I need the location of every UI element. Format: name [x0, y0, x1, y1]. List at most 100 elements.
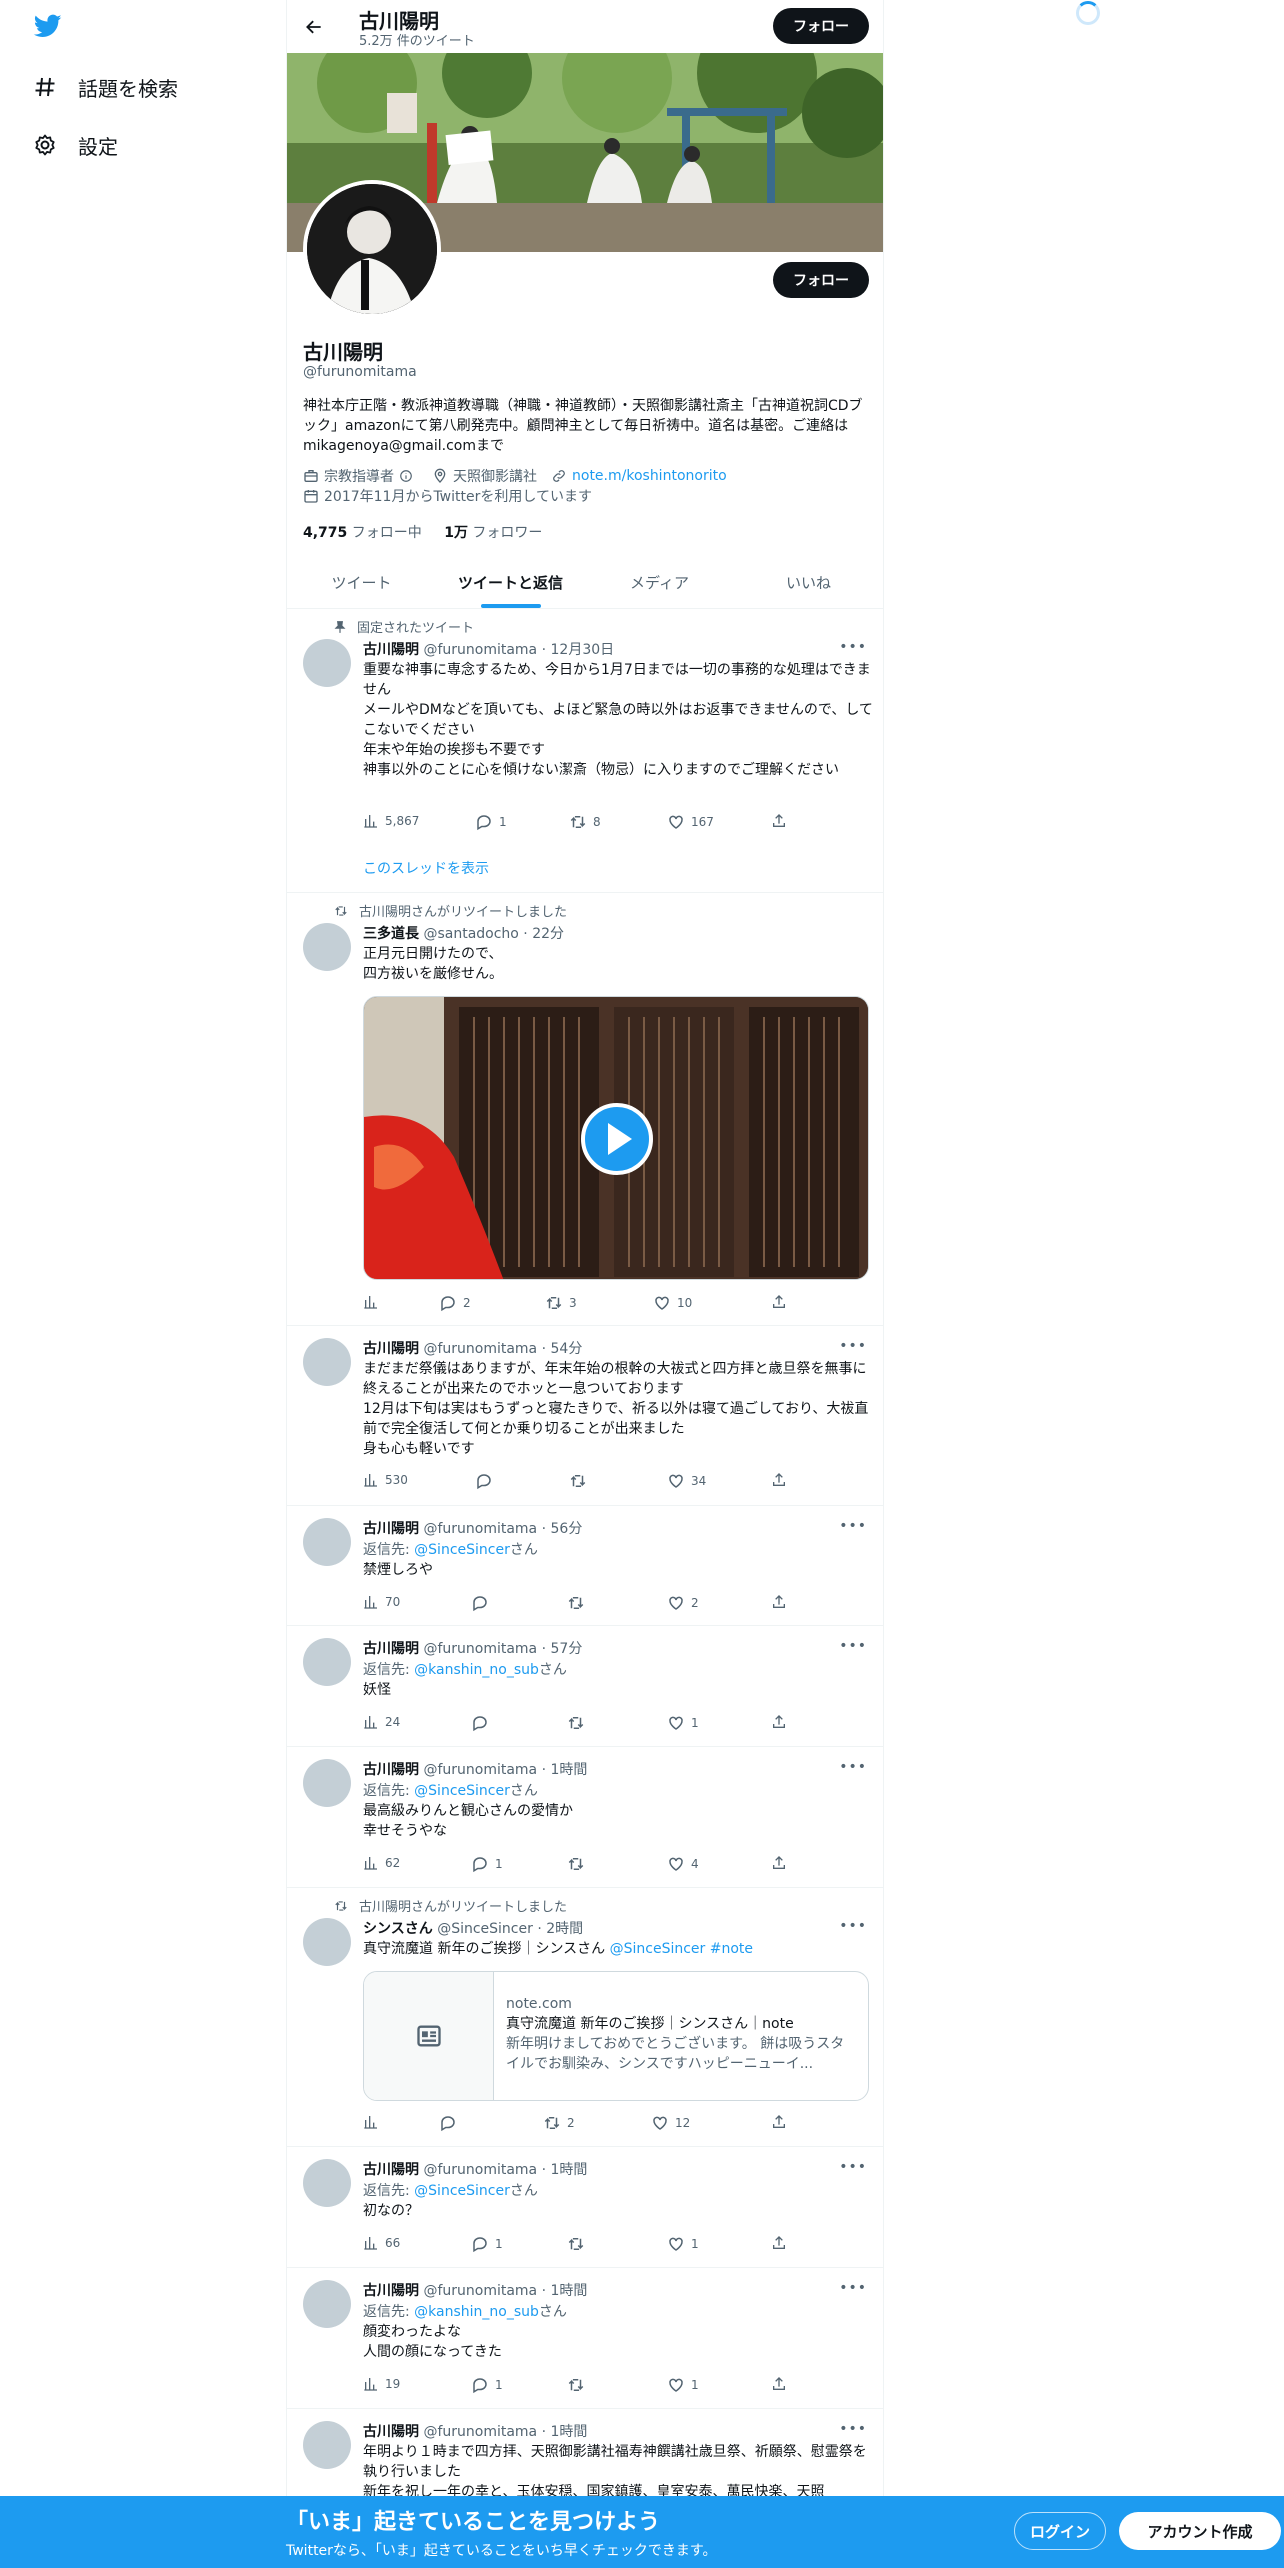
like-button[interactable]: 12	[651, 2114, 690, 2132]
share-button[interactable]	[771, 1294, 793, 1310]
tab-tweets-and-replies[interactable]: ツイートと返信	[436, 556, 585, 608]
more-options-icon[interactable]: •••	[839, 1918, 867, 1934]
retweet-button[interactable]	[567, 2376, 591, 2394]
reply-button[interactable]	[471, 1714, 495, 1732]
tweet-item[interactable]: 古川陽明 @furunomitama · 1時間 ••• 返信先: @Since…	[287, 1747, 883, 1888]
views-button[interactable]: 5,867	[363, 813, 419, 829]
share-button[interactable]	[771, 1594, 793, 1610]
tab-tweets[interactable]: ツイート	[287, 556, 436, 608]
mention-link[interactable]: @SinceSincer	[414, 2183, 510, 2199]
more-options-icon[interactable]: •••	[839, 1638, 867, 1654]
avatar[interactable]	[303, 923, 351, 971]
more-options-icon[interactable]: •••	[839, 1759, 867, 1775]
share-button[interactable]	[771, 2376, 793, 2392]
retweet-button[interactable]	[567, 1855, 591, 1873]
like-button[interactable]: 4	[667, 1855, 699, 1873]
retweet-button[interactable]	[567, 1714, 591, 1732]
share-button[interactable]	[771, 1714, 793, 1730]
avatar[interactable]	[303, 1918, 351, 1966]
like-button[interactable]: 167	[667, 813, 714, 831]
avatar[interactable]	[303, 1759, 351, 1807]
share-button[interactable]	[771, 2114, 793, 2130]
mention-link[interactable]: @kanshin_no_sub	[414, 2304, 539, 2320]
reply-button[interactable]: 2	[439, 1294, 471, 1312]
tweet-item[interactable]: 古川陽明 @furunomitama · 1時間 ••• 年明より１時まで四方拝…	[287, 2409, 883, 2496]
like-button[interactable]: 34	[667, 1472, 706, 1490]
avatar[interactable]	[303, 1638, 351, 1686]
more-options-icon[interactable]: •••	[839, 2421, 867, 2437]
tweet-item[interactable]: 固定されたツイート 古川陽明 @furunomitama · 12月30日 ••…	[287, 609, 883, 893]
share-button[interactable]	[771, 813, 793, 829]
views-button[interactable]: 530	[363, 1472, 408, 1488]
tweet-item[interactable]: 古川陽明 @furunomitama · 56分 ••• 返信先: @Since…	[287, 1506, 883, 1626]
following-link[interactable]: 4,775 フォロー中	[303, 525, 422, 541]
back-arrow-icon[interactable]	[297, 10, 331, 44]
retweet-button[interactable]	[567, 2235, 591, 2253]
tweet-item[interactable]: 古川陽明 @furunomitama · 54分 ••• まだまだ祭儀はあります…	[287, 1326, 883, 1506]
login-button[interactable]: ログイン	[1014, 2512, 1106, 2550]
like-button[interactable]: 1	[667, 1714, 699, 1732]
retweet-button[interactable]: 3	[545, 1294, 577, 1312]
mention-link[interactable]: @SinceSincer	[414, 1783, 510, 1799]
reply-button[interactable]	[471, 1594, 495, 1612]
mention-link[interactable]: @kanshin_no_sub	[414, 1662, 539, 1678]
retweet-button[interactable]: 2	[543, 2114, 575, 2132]
more-options-icon[interactable]: •••	[839, 639, 867, 655]
tweet-item[interactable]: 古川陽明さんがリツイートしました 三多道長 @santadocho · 22分 …	[287, 893, 883, 1326]
tweet-item[interactable]: 古川陽明 @furunomitama · 1時間 ••• 返信先: @kansh…	[287, 2268, 883, 2409]
more-options-icon[interactable]: •••	[839, 2280, 867, 2296]
like-button[interactable]: 1	[667, 2235, 699, 2253]
mention-link[interactable]: @SinceSincer	[610, 1941, 706, 1957]
tweet-item[interactable]: 古川陽明 @furunomitama · 1時間 ••• 返信先: @Since…	[287, 2147, 883, 2268]
views-button[interactable]: 70	[363, 1594, 400, 1610]
views-button[interactable]: 24	[363, 1714, 400, 1730]
reply-button[interactable]	[439, 2114, 463, 2132]
avatar[interactable]	[303, 2159, 351, 2207]
views-button[interactable]	[363, 1294, 385, 1310]
retweet-button[interactable]	[567, 1594, 591, 1612]
profile-follow-button[interactable]: フォロー	[773, 262, 869, 298]
more-options-icon[interactable]: •••	[839, 1518, 867, 1534]
more-options-icon[interactable]: •••	[839, 1338, 867, 1354]
reply-button[interactable]: 1	[471, 2376, 503, 2394]
show-thread-link[interactable]: このスレッドを表示	[363, 858, 489, 878]
header-follow-button[interactable]: フォロー	[773, 8, 869, 44]
share-button[interactable]	[771, 2235, 793, 2251]
avatar[interactable]	[303, 1338, 351, 1386]
like-button[interactable]: 2	[667, 1594, 699, 1612]
profile-url[interactable]: note.m/koshintonorito	[551, 468, 727, 484]
tweet-item[interactable]: 古川陽明 @furunomitama · 57分 ••• 返信先: @kansh…	[287, 1626, 883, 1747]
avatar[interactable]	[303, 2280, 351, 2328]
mention-link[interactable]: @SinceSincer	[414, 1542, 510, 1558]
twitter-logo-icon[interactable]	[32, 12, 64, 44]
tab-likes[interactable]: いいね	[734, 556, 883, 608]
retweet-button[interactable]: 8	[569, 813, 601, 831]
link-card[interactable]: note.com 真守流魔道 新年のご挨拶｜シンスさん｜note 新年明けまして…	[363, 1971, 869, 2101]
more-options-icon[interactable]: •••	[839, 2159, 867, 2175]
video-player[interactable]	[363, 996, 869, 1280]
nav-item-settings[interactable]: 設定	[32, 125, 118, 165]
reply-button[interactable]: 1	[475, 813, 507, 831]
retweet-button[interactable]	[569, 1472, 593, 1490]
like-button[interactable]: 10	[653, 1294, 692, 1312]
hashtag-link[interactable]: #note	[705, 1941, 753, 1957]
avatar[interactable]	[303, 1518, 351, 1566]
reply-button[interactable]: 1	[471, 1855, 503, 1873]
views-button[interactable]: 62	[363, 1855, 400, 1871]
nav-item-explore[interactable]: 話題を検索	[32, 67, 178, 107]
share-button[interactable]	[771, 1472, 793, 1488]
followers-link[interactable]: 1万 フォロワー	[444, 525, 542, 541]
views-button[interactable]: 19	[363, 2376, 400, 2392]
share-button[interactable]	[771, 1855, 793, 1871]
tab-media[interactable]: メディア	[585, 556, 734, 608]
signup-button[interactable]: アカウント作成	[1119, 2512, 1281, 2550]
avatar[interactable]	[303, 2421, 351, 2469]
avatar[interactable]	[303, 639, 351, 687]
like-button[interactable]: 1	[667, 2376, 699, 2394]
reply-button[interactable]: 1	[471, 2235, 503, 2253]
views-button[interactable]	[363, 2114, 385, 2130]
views-button[interactable]: 66	[363, 2235, 400, 2251]
profile-avatar[interactable]	[303, 180, 441, 318]
tweet-item[interactable]: 古川陽明さんがリツイートしました シンスさん @SinceSincer · 2時…	[287, 1888, 883, 2147]
reply-button[interactable]	[475, 1472, 499, 1490]
